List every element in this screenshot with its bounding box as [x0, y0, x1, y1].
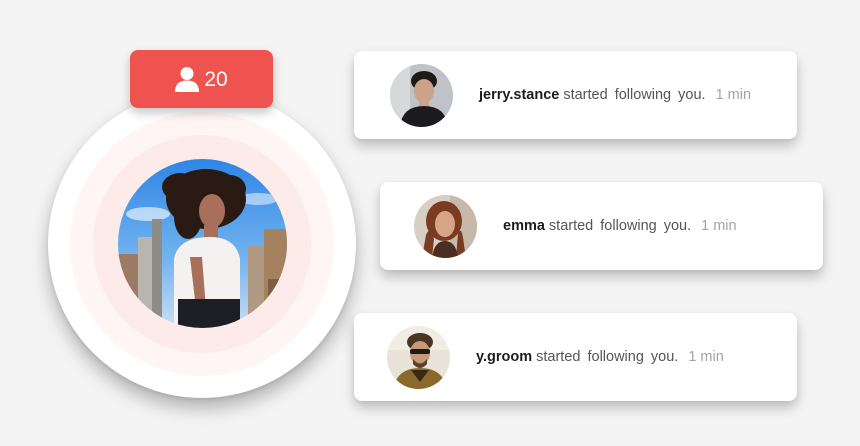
username[interactable]: jerry.stance — [479, 87, 559, 103]
notification-time: 1 min — [715, 87, 752, 103]
avatar[interactable] — [414, 195, 477, 258]
follower-count: 20 — [204, 67, 228, 91]
notification-time: 1 min — [688, 349, 724, 365]
username[interactable]: y.groom — [476, 349, 532, 365]
notification-message: y.groom started following you. 1 min — [476, 313, 724, 401]
avatar[interactable] — [387, 326, 450, 389]
user-icon — [175, 66, 200, 92]
notification-card[interactable]: emma started following you. 1 min — [380, 182, 823, 270]
notification-card[interactable]: jerry.stance started following you. 1 mi… — [354, 51, 797, 139]
profile-photo[interactable] — [118, 159, 287, 328]
notification-message: jerry.stance started following you. 1 mi… — [479, 51, 751, 139]
notification-text: started following you. — [536, 349, 679, 365]
notification-text: started following you. — [548, 218, 692, 234]
username[interactable]: emma — [503, 218, 545, 234]
notification-card[interactable]: y.groom started following you. 1 min — [354, 313, 797, 401]
notification-message: emma started following you. 1 min — [503, 182, 737, 270]
notification-text: started following you. — [563, 87, 706, 103]
notification-time: 1 min — [701, 218, 737, 234]
follower-count-badge[interactable]: 20 — [130, 50, 273, 108]
avatar[interactable] — [390, 64, 453, 127]
